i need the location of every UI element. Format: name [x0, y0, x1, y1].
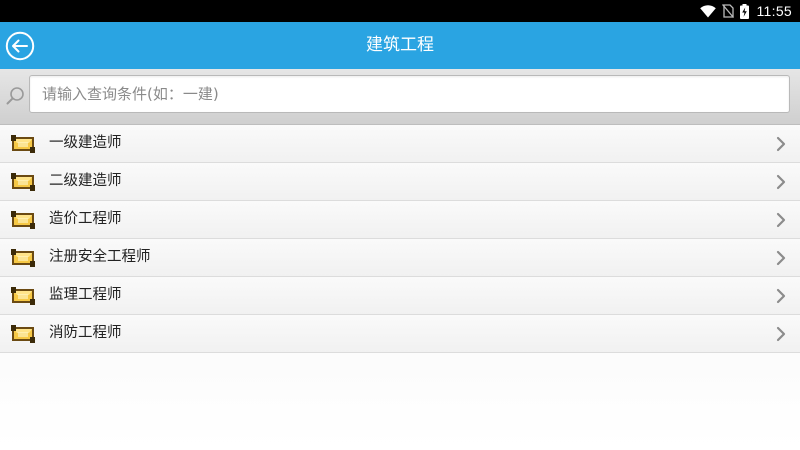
- clock: 11:55: [756, 3, 792, 19]
- chevron-right-icon: [776, 326, 786, 342]
- list-item-0[interactable]: 一级建造师: [0, 125, 800, 163]
- battery-charging-icon: [739, 3, 749, 19]
- page-title: 建筑工程: [366, 35, 434, 55]
- list-item-label: 注册安全工程师: [49, 249, 151, 265]
- title-bar: 建筑工程: [0, 22, 800, 69]
- list-item-5[interactable]: 消防工程师: [0, 315, 800, 353]
- folder-book-icon: [11, 287, 35, 305]
- status-icons: 11:55: [699, 0, 793, 22]
- search-input[interactable]: [29, 75, 790, 113]
- category-list: 一级建造师 二级建造师 造价工程师 注册安全工程师 监理工程师 消防工程师: [0, 125, 800, 450]
- chevron-right-icon: [776, 136, 786, 152]
- chevron-right-icon: [776, 212, 786, 228]
- no-sim-icon: [721, 4, 734, 18]
- folder-book-icon: [11, 135, 35, 153]
- list-item-4[interactable]: 监理工程师: [0, 277, 800, 315]
- chevron-right-icon: [776, 288, 786, 304]
- folder-book-icon: [11, 173, 35, 191]
- folder-book-icon: [11, 325, 35, 343]
- back-arrow-circle-icon: [5, 31, 35, 61]
- list-item-label: 一级建造师: [49, 135, 122, 151]
- list-item-1[interactable]: 二级建造师: [0, 163, 800, 201]
- folder-book-icon: [11, 211, 35, 229]
- status-bar: 11:55: [0, 0, 800, 22]
- list-item-label: 消防工程师: [49, 325, 122, 341]
- wifi-icon: [699, 4, 716, 17]
- folder-book-icon: [11, 249, 35, 267]
- list-item-3[interactable]: 注册安全工程师: [0, 239, 800, 277]
- chevron-right-icon: [776, 174, 786, 190]
- search-bar: [0, 69, 800, 125]
- search-icon: [6, 87, 24, 105]
- list-item-label: 监理工程师: [49, 287, 122, 303]
- list-item-2[interactable]: 造价工程师: [0, 201, 800, 239]
- list-item-label: 造价工程师: [49, 211, 122, 227]
- chevron-right-icon: [776, 250, 786, 266]
- list-item-label: 二级建造师: [49, 173, 122, 189]
- back-button[interactable]: [4, 30, 36, 62]
